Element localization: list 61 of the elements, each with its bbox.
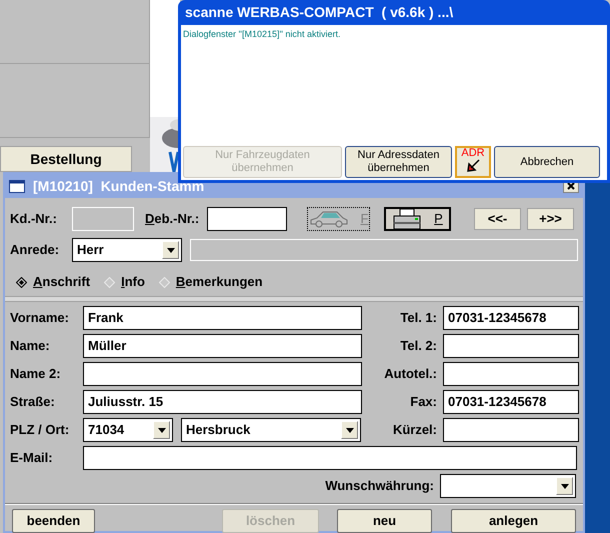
caret-icon [166,248,174,252]
field-label: Autotel.: [383,365,437,384]
phone-field[interactable]: 07031-12345678 [443,390,579,414]
field-label: Wunschwährung: [325,477,434,496]
city-select[interactable]: Hersbruck [181,418,361,442]
close-icon [567,182,575,190]
arrow-icon [466,159,480,173]
field-label: Fax: [409,393,437,412]
navigation-button[interactable]: +>> [527,208,574,230]
field-label: Tel. 2: [399,337,437,356]
footer-button[interactable]: beenden [12,509,95,533]
text-field[interactable]: Frank [83,306,362,330]
dropdown-button[interactable] [556,477,573,495]
field-label: E-Mail: [10,449,54,468]
footer-button[interactable]: neu [337,509,432,533]
print-button[interactable]: P [384,207,451,231]
window-icon [9,180,25,192]
status-message: Dialogfenster ''[M10215]'' nicht aktiviert. [183,28,342,41]
salutation-select[interactable]: Herr [72,238,182,262]
phone-field[interactable] [443,418,579,442]
postal-code-select[interactable]: 71034 [83,418,173,442]
field-label: Kürzel: [392,421,437,440]
footer-button[interactable]: anlegen [451,509,576,533]
field-label: PLZ / Ort: [10,421,70,440]
field-label: Name: [10,337,51,356]
navigation-button[interactable]: <<- [474,208,521,230]
text-field[interactable] [83,362,362,386]
field-label: Anrede: [10,241,60,260]
email-field[interactable] [83,446,577,470]
caret-icon [346,428,354,432]
field-label: Vorname: [10,309,70,328]
radio-icon [104,276,116,288]
order-button[interactable]: Bestellung [0,146,132,172]
radio-icon [16,276,27,288]
dialog-button[interactable]: Abbrechen [494,146,600,178]
dialog-button[interactable]: Nur Adressdaten übernehmen [345,146,452,178]
text-field[interactable]: Juliusstr. 15 [83,390,362,414]
car-icon [308,210,349,228]
debtor-number-field[interactable] [207,207,287,231]
caret-icon [158,428,166,432]
printer-icon [392,208,422,230]
caret-icon [560,484,568,488]
dropdown-button[interactable] [341,421,358,439]
window-title: [M10210] Kunden-Stamm [33,176,204,196]
radio-option[interactable]: Bemerkungen [158,272,263,292]
field-label: Deb.-Nr.: [145,210,200,228]
phone-field[interactable]: 07031-12345678 [443,306,579,330]
radio-option[interactable]: Anschrift [16,272,90,292]
phone-field[interactable] [443,334,579,358]
dropdown-button[interactable] [153,421,170,439]
field-label: Tel. 1: [399,309,437,328]
phone-field[interactable] [443,362,579,386]
text-field[interactable]: Müller [83,334,362,358]
field-label: Kd.-Nr.: [10,210,58,228]
dropdown-button[interactable] [162,241,179,259]
dialog-title: scanne WERBAS-COMPACT ( v6.6k ) ...\ [185,3,454,22]
radio-icon [158,276,170,288]
field-label: Name 2: [10,365,62,384]
currency-select[interactable] [440,474,576,498]
field-label: Straße: [10,393,56,412]
radio-option[interactable]: Info [104,272,145,292]
